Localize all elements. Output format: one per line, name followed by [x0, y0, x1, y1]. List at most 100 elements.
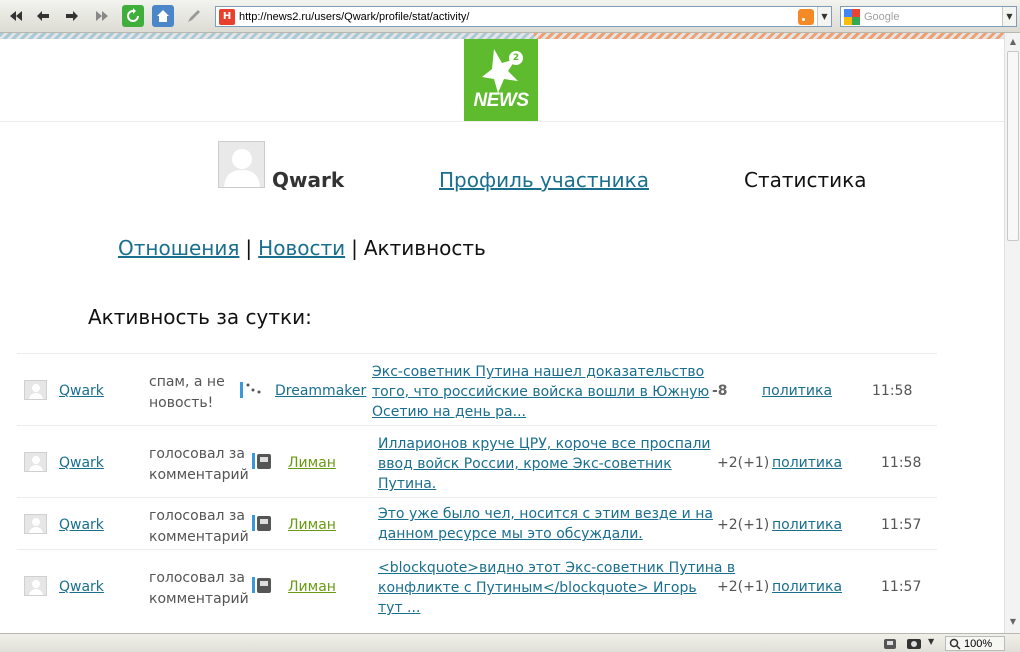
address-dropdown-chevron-icon[interactable]: ▼ — [817, 7, 831, 26]
score: -8 — [712, 383, 728, 399]
vertical-scrollbar[interactable]: ▲ ▼ — [1004, 33, 1020, 633]
profile-link[interactable]: Профиль участника — [439, 168, 649, 192]
time: 11:58 — [881, 455, 922, 471]
search-dropdown-chevron-icon[interactable]: ▼ — [1002, 7, 1016, 26]
action-line: комментарий — [149, 467, 249, 483]
browser-toolbar: Н http://news2.ru/users/Qwark/profile/st… — [0, 0, 1020, 33]
back-arrow-icon[interactable] — [32, 5, 54, 27]
table-row: Qwark голосовал за комментарий Лиман Илл… — [17, 425, 937, 497]
magnifier-icon — [949, 638, 961, 650]
title-line: Это уже было чел, носится с этим везде и… — [378, 506, 713, 522]
reload-icon[interactable] — [122, 5, 144, 27]
google-search-icon[interactable] — [844, 8, 860, 25]
pen-icon[interactable] — [183, 5, 205, 27]
target-user-icon — [240, 382, 261, 398]
tab-relations[interactable]: Отношения — [118, 236, 239, 260]
action-line: комментарий — [149, 591, 249, 607]
avatar[interactable] — [218, 141, 265, 188]
statistics-label: Статистика — [744, 168, 867, 192]
forward-history-icon[interactable] — [91, 5, 113, 27]
action-line: голосовал за — [149, 446, 245, 462]
status-bar: ▼ 100% — [0, 633, 1020, 652]
section-title: Активность за сутки: — [88, 305, 312, 329]
target-user-link[interactable]: Dreammaker — [275, 383, 366, 399]
time: 11:57 — [881, 579, 922, 595]
item-title-link[interactable]: Илларионов круче ЦРУ, короче все проспал… — [378, 434, 711, 494]
title-line: <blockquote>видно этот Экс-советник Пути… — [378, 560, 736, 576]
logo-word: NEWS — [473, 90, 530, 111]
camera-dropdown-chevron-icon[interactable]: ▼ — [928, 637, 934, 646]
target-user-icon — [252, 453, 271, 469]
forward-arrow-icon[interactable] — [61, 5, 83, 27]
user-avatar-icon[interactable] — [24, 514, 47, 534]
action-text: спам, а не новость! — [149, 372, 225, 414]
subnav-separator: | — [351, 236, 358, 260]
search-bar[interactable]: Google ▼ — [840, 6, 1017, 27]
address-bar[interactable]: Н http://news2.ru/users/Qwark/profile/st… — [215, 6, 832, 27]
user-avatar-icon[interactable] — [24, 380, 47, 400]
item-title-link[interactable]: <blockquote>видно этот Экс-советник Пути… — [378, 558, 735, 618]
time: 11:57 — [881, 517, 922, 533]
user-avatar-icon[interactable] — [24, 452, 47, 472]
action-line: комментарий — [149, 529, 249, 545]
title-line: Экс-советник Путина нашел доказательство — [372, 364, 705, 380]
title-line: конфликте с Путиным</blockquote> Игорь — [378, 580, 697, 596]
action-text: голосовал за комментарий — [149, 444, 249, 486]
zoom-control[interactable]: 100% — [945, 636, 1005, 651]
scroll-up-icon[interactable]: ▲ — [1008, 37, 1018, 47]
rss-feed-icon[interactable] — [798, 8, 814, 25]
category-link[interactable]: политика — [772, 579, 842, 595]
title-line: Илларионов круче ЦРУ, короче все проспал… — [378, 436, 711, 452]
title-line: Осетию на день ра... — [372, 404, 526, 420]
user-link[interactable]: Qwark — [59, 517, 104, 533]
user-avatar-icon[interactable] — [24, 576, 47, 596]
table-row: Qwark голосовал за комментарий Лиман Это… — [17, 497, 937, 549]
score: +2(+1) — [717, 455, 770, 471]
action-line: голосовал за — [149, 508, 245, 524]
title-line: данном ресурсе мы это обсуждали. — [378, 526, 643, 542]
target-user-icon — [252, 515, 271, 531]
action-line: новость! — [149, 395, 214, 411]
target-user-link[interactable]: Лиман — [288, 517, 336, 533]
item-title-link[interactable]: Экс-советник Путина нашел доказательство… — [372, 362, 709, 422]
item-title-link[interactable]: Это уже было чел, носится с этим везде и… — [378, 504, 713, 544]
user-link[interactable]: Qwark — [59, 579, 104, 595]
zoom-level: 100% — [964, 637, 993, 650]
address-text[interactable]: http://news2.ru/users/Qwark/profile/stat… — [239, 11, 798, 23]
tab-news[interactable]: Новости — [258, 236, 345, 260]
profile-username: Qwark — [272, 168, 345, 192]
site-logo[interactable]: 2 NEWS — [464, 39, 538, 121]
title-line: ввод войск России, кроме Экс-советник — [378, 456, 672, 472]
scroll-down-icon[interactable]: ▼ — [1008, 617, 1018, 627]
tab-activity-current: Активность — [363, 236, 486, 260]
user-link[interactable]: Qwark — [59, 455, 104, 471]
action-line: спам, а не — [149, 374, 225, 390]
title-line: Путина. — [378, 476, 437, 492]
adblock-icon[interactable] — [882, 636, 898, 650]
title-line: того, что российские войска вошли в Южну… — [372, 384, 710, 400]
action-text: голосовал за комментарий — [149, 568, 249, 610]
time: 11:58 — [872, 383, 913, 399]
site-favicon-icon: Н — [219, 8, 235, 25]
table-row: Qwark голосовал за комментарий Лиман <bl… — [17, 549, 937, 621]
title-line: тут ... — [378, 600, 421, 616]
category-link[interactable]: политика — [772, 517, 842, 533]
back-history-icon[interactable] — [5, 5, 27, 27]
target-user-link[interactable]: Лиман — [288, 455, 336, 471]
target-user-link[interactable]: Лиман — [288, 579, 336, 595]
home-icon[interactable] — [152, 5, 174, 27]
score: +2(+1) — [717, 517, 770, 533]
scroll-thumb[interactable] — [1007, 51, 1019, 241]
category-link[interactable]: политика — [762, 383, 832, 399]
category-link[interactable]: политика — [772, 455, 842, 471]
stat-subnav: Отношения | Новости | Активность — [118, 236, 486, 260]
action-text: голосовал за комментарий — [149, 506, 249, 548]
target-user-icon — [252, 577, 271, 593]
search-input[interactable]: Google — [864, 11, 1002, 23]
score: +2(+1) — [717, 579, 770, 595]
camera-icon[interactable] — [906, 636, 924, 650]
table-row: Qwark спам, а не новость! Dreammaker Экс… — [17, 353, 937, 425]
action-line: голосовал за — [149, 570, 245, 586]
default-avatar-icon — [224, 149, 260, 187]
user-link[interactable]: Qwark — [59, 383, 104, 399]
